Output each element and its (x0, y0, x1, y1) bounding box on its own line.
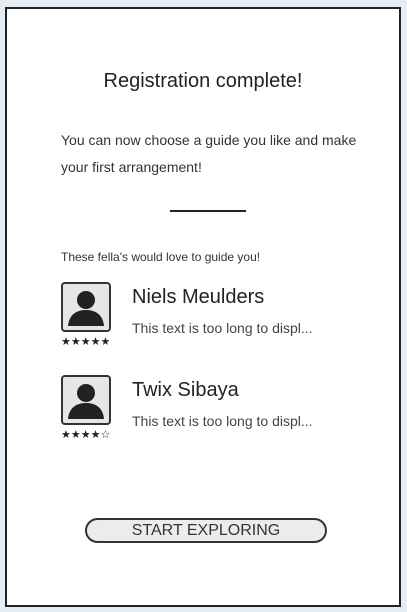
avatar[interactable] (61, 282, 111, 332)
guide-description: This text is too long to displ... (132, 413, 313, 429)
user-silhouette-icon (68, 384, 104, 419)
star-rating: ★★★★☆ (61, 428, 111, 441)
guide-description: This text is too long to displ... (132, 320, 313, 336)
divider (170, 210, 246, 212)
star-rating: ★★★★★ (61, 335, 111, 348)
registration-screen: Registration complete! You can now choos… (5, 7, 401, 607)
avatar[interactable] (61, 375, 111, 425)
user-silhouette-icon (68, 291, 104, 326)
guide-name[interactable]: Twix Sibaya (132, 379, 239, 402)
guide-name[interactable]: Niels Meulders (132, 286, 264, 309)
guide-card[interactable]: ★★★★★ Niels Meulders This text is too lo… (61, 282, 361, 362)
page-title: Registration complete! (103, 70, 303, 92)
intro-text: You can now choose a guide you like and … (61, 132, 357, 175)
start-exploring-button[interactable]: START EXPLORING (85, 518, 327, 543)
guides-subheading: These fella's would love to guide you! (61, 250, 261, 264)
guide-card[interactable]: ★★★★☆ Twix Sibaya This text is too long … (61, 375, 361, 455)
